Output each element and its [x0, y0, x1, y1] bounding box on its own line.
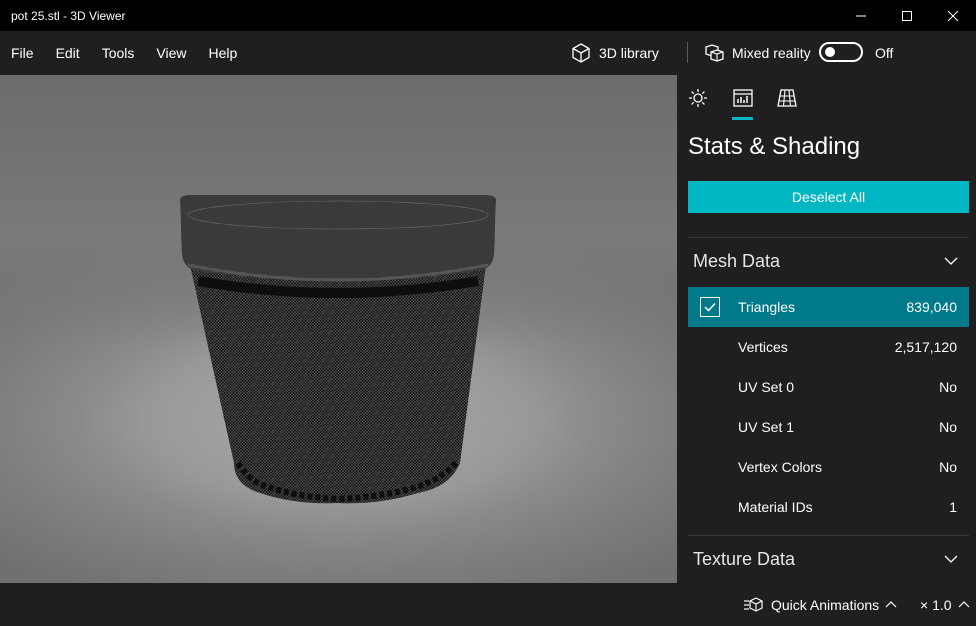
mixed-reality-button[interactable]: Mixed reality	[703, 31, 811, 75]
side-panel: Stats & Shading Deselect All Mesh Data T…	[677, 75, 976, 583]
chevron-up-icon	[958, 600, 969, 607]
animation-icon	[744, 596, 763, 612]
menu-edit[interactable]: Edit	[45, 31, 91, 75]
stat-value: 2,517,120	[894, 339, 957, 355]
texture-data-label: Texture Data	[693, 548, 796, 569]
tab-lighting[interactable]	[687, 87, 709, 109]
stat-value: 1	[949, 499, 957, 515]
menu-separator	[687, 42, 688, 63]
lighting-icon	[689, 89, 707, 107]
stat-row-uv-set-0[interactable]: UV Set 0 No	[688, 367, 969, 407]
mixed-reality-toggle[interactable]	[819, 42, 863, 62]
cube-icon	[572, 43, 590, 63]
quick-animations-label: Quick Animations	[771, 596, 880, 613]
title-bar: pot 25.stl - 3D Viewer	[0, 0, 976, 31]
tab-grid[interactable]	[776, 87, 798, 109]
minimize-icon	[856, 15, 866, 16]
deselect-all-button[interactable]: Deselect All	[688, 181, 969, 213]
close-button[interactable]	[930, 0, 976, 31]
speed-label: × 1.0	[920, 596, 952, 613]
minimize-button[interactable]	[838, 0, 884, 31]
stat-row-material-ids[interactable]: Material IDs 1	[688, 487, 969, 527]
maximize-button[interactable]	[884, 0, 930, 31]
texture-data-header[interactable]: Texture Data	[688, 539, 969, 579]
toggle-knob	[825, 47, 835, 57]
stat-row-uv-set-1[interactable]: UV Set 1 No	[688, 407, 969, 447]
3d-library-button[interactable]: 3D library	[570, 31, 659, 75]
chevron-down-icon	[944, 257, 958, 265]
panel-tabs	[677, 75, 976, 123]
stat-value: No	[939, 379, 957, 395]
bottom-bar: Quick Animations × 1.0	[0, 583, 976, 626]
grid-icon	[777, 89, 797, 107]
maximize-icon	[902, 10, 912, 21]
stat-label: Triangles	[738, 299, 796, 315]
window-title: pot 25.stl - 3D Viewer	[11, 8, 126, 23]
stat-row-triangles[interactable]: Triangles 839,040	[688, 287, 969, 327]
mixed-reality-label: Mixed reality	[732, 45, 811, 61]
3d-viewport[interactable]	[0, 75, 677, 583]
stats-icon	[733, 89, 753, 107]
active-tab-indicator	[732, 117, 753, 120]
tab-stats[interactable]	[732, 87, 754, 109]
stat-value: No	[939, 459, 957, 475]
quick-animations-button[interactable]: Quick Animations	[743, 583, 897, 626]
pot-model[interactable]	[178, 195, 498, 507]
menu-view[interactable]: View	[145, 31, 197, 75]
stat-value: No	[939, 419, 957, 435]
stat-row-vertex-colors[interactable]: Vertex Colors No	[688, 447, 969, 487]
checkbox[interactable]	[700, 297, 720, 317]
stat-value: 839,040	[906, 299, 957, 315]
menu-bar: File Edit Tools View Help 3D library Mix…	[0, 31, 976, 75]
3d-library-label: 3D library	[599, 45, 659, 61]
stat-label: Material IDs	[738, 499, 813, 515]
stat-label: Vertices	[738, 339, 788, 355]
panel-title: Stats & Shading	[688, 133, 861, 160]
checkmark-icon	[704, 302, 716, 312]
stat-row-vertices[interactable]: Vertices 2,517,120	[688, 327, 969, 367]
divider	[688, 237, 969, 238]
menu-help[interactable]: Help	[197, 31, 248, 75]
toggle-state-label: Off	[875, 45, 894, 61]
divider	[688, 535, 969, 536]
close-icon	[947, 10, 959, 21]
stat-label: UV Set 0	[738, 379, 795, 395]
stat-label: Vertex Colors	[738, 459, 823, 475]
chevron-up-icon	[885, 600, 897, 607]
menu-tools[interactable]: Tools	[91, 31, 146, 75]
stat-label: UV Set 1	[738, 419, 795, 435]
playback-speed-button[interactable]: × 1.0	[920, 583, 970, 626]
menu-file[interactable]: File	[0, 31, 45, 75]
mesh-data-label: Mesh Data	[693, 250, 781, 271]
chevron-down-icon	[944, 555, 958, 563]
mesh-data-header[interactable]: Mesh Data	[688, 241, 969, 281]
mixed-reality-icon	[705, 44, 724, 62]
